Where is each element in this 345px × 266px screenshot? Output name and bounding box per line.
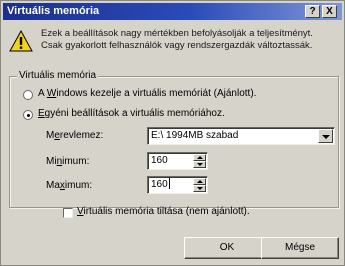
- disk-dropdown[interactable]: E:\ 1994MB szabad: [147, 127, 335, 145]
- label-text: imum:: [64, 180, 93, 191]
- label-text: revlemez:: [59, 130, 104, 141]
- access-key: W: [46, 88, 57, 99]
- group-title: Virtuális memória: [17, 70, 99, 81]
- label-text: A: [38, 88, 47, 99]
- label-text: Ma: [46, 180, 60, 191]
- maximum-label: Maximum:: [46, 180, 92, 191]
- radio-windows-managed-label[interactable]: A Windows kezelje a virtuális memóriát (…: [38, 88, 256, 99]
- ok-button[interactable]: OK: [184, 237, 270, 259]
- spin-down-icon[interactable]: [193, 185, 206, 192]
- radio-windows-managed[interactable]: [23, 90, 33, 100]
- minimum-value: 160: [151, 155, 168, 166]
- disable-virtual-memory-label[interactable]: Virtuális memória tiltása (nem ajánlott)…: [77, 206, 250, 217]
- minimum-input[interactable]: 160: [147, 152, 208, 170]
- chevron-down-icon[interactable]: [318, 129, 333, 143]
- spin-down-icon[interactable]: [193, 161, 206, 168]
- disk-label: Merevlemez:: [46, 130, 103, 141]
- label-text: Mi: [46, 156, 57, 167]
- maximum-input[interactable]: 160: [147, 176, 208, 194]
- label-text: gyéni beállítások a virtuális memóriához…: [44, 108, 225, 119]
- title-bar[interactable]: Virtuális memória ? X: [3, 3, 342, 20]
- label-text: irtuális memória tiltása (nem ajánlott).: [83, 206, 250, 217]
- text-caret: [168, 178, 170, 189]
- disk-selected-value: E:\ 1994MB szabad: [151, 130, 239, 141]
- maximum-value: 160: [151, 179, 168, 190]
- minimum-label: Minimum:: [46, 156, 89, 167]
- label-text: imum:: [62, 156, 90, 167]
- label-text: indows kezelje a virtuális memóriát (Ajá…: [56, 88, 257, 99]
- radio-custom-settings[interactable]: [23, 110, 33, 120]
- virtual-memory-dialog: Virtuális memória ? X Ezek a beállítások…: [0, 0, 345, 266]
- warning-icon: [9, 30, 33, 52]
- spin-up-icon[interactable]: [193, 154, 206, 161]
- disable-virtual-memory-checkbox[interactable]: [63, 208, 73, 218]
- access-key: E: [38, 108, 45, 119]
- close-button[interactable]: X: [322, 5, 337, 18]
- spin-up-icon[interactable]: [193, 178, 206, 185]
- radio-custom-settings-label[interactable]: Egyéni beállítások a virtuális memóriáho…: [38, 108, 225, 119]
- warning-message: Ezek a beállítások nagy mértékben befoly…: [41, 28, 313, 51]
- help-button[interactable]: ?: [305, 5, 320, 18]
- window-title: Virtuális memória: [7, 5, 100, 17]
- cancel-button[interactable]: Mégse: [261, 237, 339, 259]
